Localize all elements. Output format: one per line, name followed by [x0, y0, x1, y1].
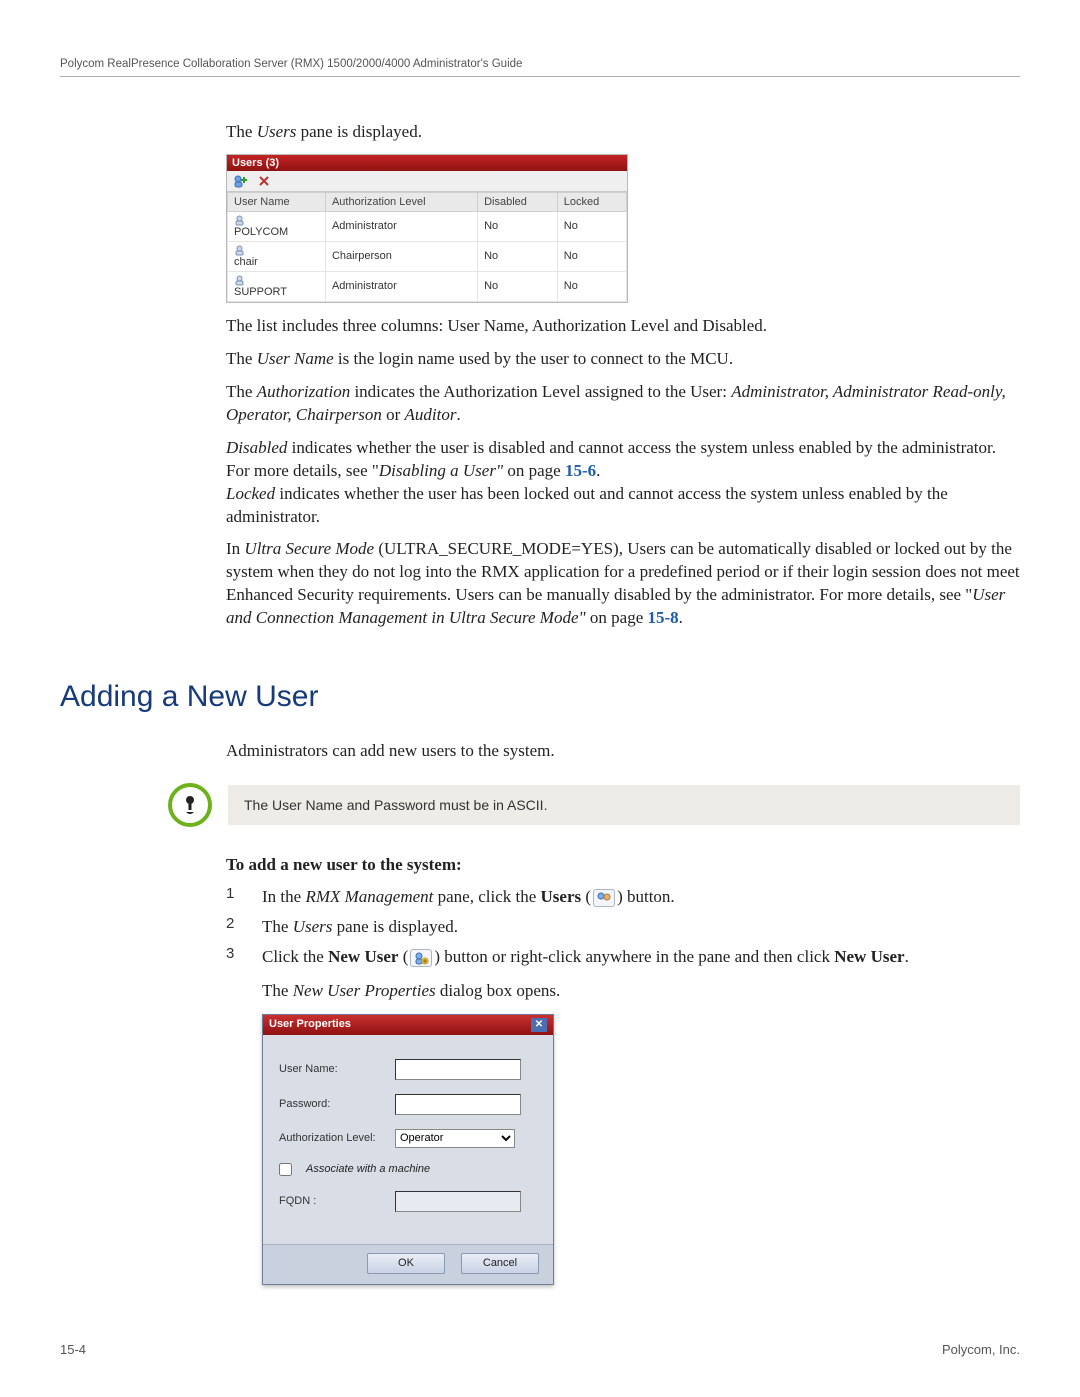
users-pane: Users (3) User Name Authorization Level …	[226, 154, 628, 303]
users-pane-toolbar	[227, 171, 627, 192]
password-input[interactable]	[395, 1094, 521, 1115]
label-auth-level: Authorization Level:	[279, 1131, 387, 1146]
section-heading-adding-user: Adding a New User	[60, 680, 1020, 714]
running-header: Polycom RealPresence Collaboration Serve…	[60, 58, 1020, 70]
para-ultra: In Ultra Secure Mode (ULTRA_SECURE_MODE=…	[226, 538, 1020, 630]
para-authorization: The Authorization indicates the Authoriz…	[226, 381, 1020, 427]
note-icon	[168, 783, 212, 827]
cancel-button[interactable]: Cancel	[461, 1253, 539, 1274]
associate-machine-checkbox[interactable]	[279, 1163, 292, 1176]
adding-intro: Administrators can add new users to the …	[226, 740, 1020, 763]
fqdn-input	[395, 1191, 521, 1212]
add-user-icon[interactable]	[233, 174, 247, 188]
procedure-heading: To add a new user to the system:	[226, 855, 1020, 875]
note: The User Name and Password must be in AS…	[226, 783, 1020, 827]
xref-disabling-user[interactable]: 15-6	[565, 461, 596, 480]
table-row[interactable]: POLYCOM Administrator No No	[228, 211, 627, 241]
ok-button[interactable]: OK	[367, 1253, 445, 1274]
page: Polycom RealPresence Collaboration Serve…	[0, 0, 1080, 1397]
label-password: Password:	[279, 1097, 387, 1112]
auth-level-select[interactable]: Operator	[395, 1129, 515, 1148]
para-columns: The list includes three columns: User Na…	[226, 315, 1020, 338]
label-user-name: User Name:	[279, 1062, 387, 1077]
step-1: 1 In the RMX Management pane, click the …	[226, 885, 1020, 909]
page-footer: 15-4 Polycom, Inc.	[60, 1342, 1020, 1357]
para-username: The User Name is the login name used by …	[226, 348, 1020, 371]
col-user-name[interactable]: User Name	[228, 192, 326, 211]
close-icon[interactable]: ✕	[531, 1018, 547, 1032]
users-pane-title: Users (3)	[227, 155, 627, 171]
col-locked[interactable]: Locked	[557, 192, 626, 211]
step-number: 2	[226, 915, 244, 939]
table-row[interactable]: SUPPORT Administrator No No	[228, 271, 627, 301]
label-fqdn: FQDN :	[279, 1194, 387, 1209]
footer-company: Polycom, Inc.	[942, 1342, 1020, 1357]
user-icon	[234, 215, 319, 226]
user-icon	[234, 245, 319, 256]
page-number: 15-4	[60, 1342, 86, 1357]
label-associate: Associate with a machine	[306, 1162, 430, 1177]
delete-user-icon[interactable]	[257, 174, 271, 188]
dialog-title: User Properties	[269, 1017, 351, 1032]
step-2: 2 The Users pane is displayed.	[226, 915, 1020, 939]
users-button-icon	[593, 889, 615, 907]
user-icon	[234, 275, 319, 286]
note-text: The User Name and Password must be in AS…	[228, 785, 1020, 825]
step-3: 3 Click the New User () button or right-…	[226, 945, 1020, 1286]
new-user-button-icon	[410, 949, 432, 967]
user-properties-dialog: User Properties ✕ User Name: Password:	[262, 1014, 554, 1285]
xref-ultra-secure[interactable]: 15-8	[648, 608, 679, 627]
table-row[interactable]: chair Chairperson No No	[228, 241, 627, 271]
user-name-input[interactable]	[395, 1059, 521, 1080]
step-number: 3	[226, 945, 244, 1286]
users-table: User Name Authorization Level Disabled L…	[227, 192, 627, 302]
para-disabled: Disabled indicates whether the user is d…	[226, 437, 1020, 529]
step-number: 1	[226, 885, 244, 909]
col-auth-level[interactable]: Authorization Level	[325, 192, 477, 211]
col-disabled[interactable]: Disabled	[478, 192, 558, 211]
intro-users-pane: The Users pane is displayed.	[226, 121, 1020, 144]
